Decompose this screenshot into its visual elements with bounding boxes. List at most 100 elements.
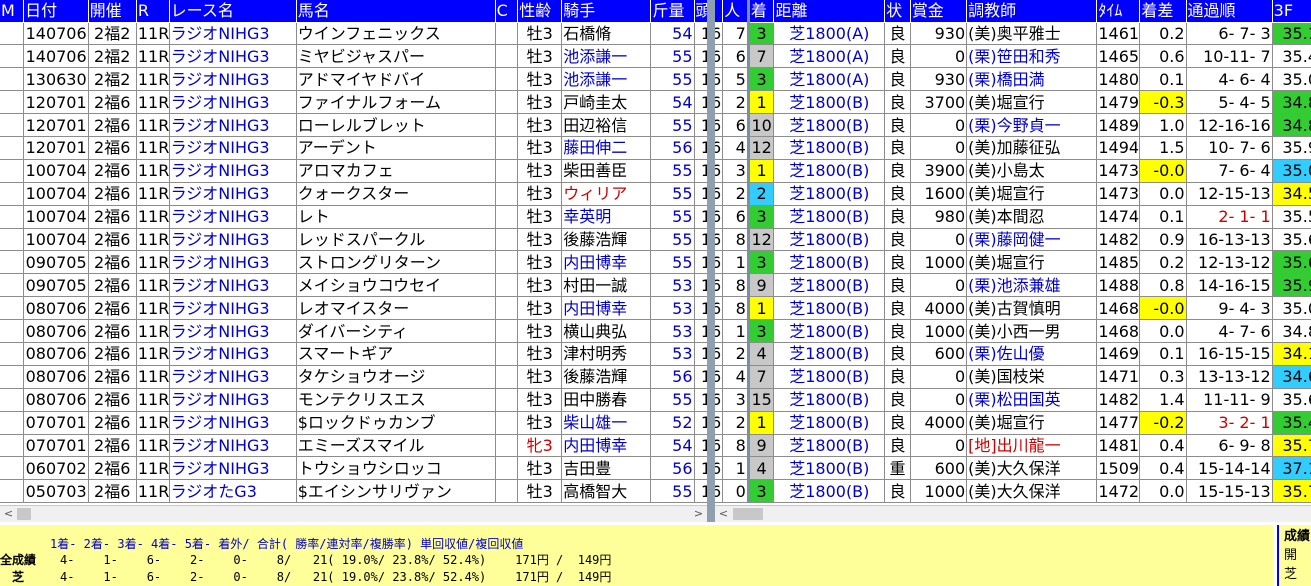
table-row[interactable]: 0807062福611RラジオNIHG3タケショウオージ牡3後藤浩輝561647… — [0, 365, 1311, 389]
table-cell: 7 — [722, 22, 750, 46]
table-cell: [地]出川龍一 — [966, 434, 1098, 458]
table-cell: 1479 — [1096, 90, 1141, 115]
table-cell: 7 — [748, 44, 775, 69]
column-header[interactable]: R — [136, 0, 170, 23]
table-cell: 良 — [884, 113, 911, 137]
table-cell: 0.6 — [1139, 44, 1187, 69]
table-cell — [495, 90, 519, 115]
table-cell: 牡3 — [517, 296, 563, 321]
table-cell: 120701 — [23, 113, 89, 137]
table-cell: 0.4 — [1139, 434, 1187, 458]
table-row[interactable]: 0707012福611RラジオNIHG3$ロックドゥカンブ牡3柴山雄一52162… — [0, 411, 1311, 435]
table-cell: 16-13-13 — [1186, 228, 1273, 252]
table-row[interactable]: 1207012福611RラジオNIHG3アーデント牡3藤田伸二5616412芝1… — [0, 136, 1311, 160]
table-cell — [495, 388, 519, 412]
table-cell: 11R — [136, 250, 170, 275]
table-cell: 田中勝春 — [561, 388, 652, 412]
table-cell: 6 — [722, 44, 750, 69]
table-cell: 良 — [884, 388, 911, 412]
table-row[interactable]: 1407062福211RラジオNIHG3ミヤビジャスパー牡3池添謙一551667… — [0, 44, 1311, 69]
table-cell: 11R — [136, 90, 170, 115]
column-header[interactable]: 距離 — [773, 0, 886, 23]
table-cell: 芝1800(A) — [773, 44, 886, 69]
table-cell: 0 — [910, 273, 968, 298]
column-header[interactable]: C — [495, 0, 519, 23]
table-row[interactable]: 1207012福611RラジオNIHG3ローレルブレット牡3田辺裕信551661… — [0, 113, 1311, 137]
table-cell: 11R — [136, 22, 170, 46]
table-cell: 2福2 — [88, 67, 137, 92]
table-cell: 後藤浩輝 — [561, 365, 652, 389]
table-row[interactable]: 0707012福611RラジオNIHG3エミーズスマイル牝3内田博幸541689… — [0, 434, 1311, 458]
column-header[interactable]: 3F — [1272, 0, 1311, 23]
scroll-thumb[interactable] — [733, 508, 763, 520]
table-cell: 35.9 — [1272, 273, 1311, 298]
column-header[interactable]: 性齢 — [517, 0, 563, 23]
table-cell: 2福6 — [88, 113, 137, 137]
column-header[interactable]: 調教師 — [966, 0, 1098, 23]
column-header[interactable]: M — [0, 0, 25, 23]
table-row[interactable]: 0807062福611RラジオNIHG3レオマイスター牡3内田博幸531681芝… — [0, 296, 1311, 321]
table-cell: 930 — [910, 22, 968, 46]
table-cell — [495, 250, 519, 275]
column-header[interactable]: ﾀｲﾑ — [1096, 0, 1141, 23]
table-cell: 55 — [650, 205, 695, 229]
column-header[interactable]: 賞金 — [910, 0, 968, 23]
scroll-left-arrow-icon[interactable]: < — [0, 506, 17, 522]
table-row[interactable]: 1007042福611RラジオNIHG3アロマカフェ牡3柴田善臣551631芝1… — [0, 159, 1311, 183]
table-row[interactable]: 0807062福611RラジオNIHG3スマートギア牡3津村明秀531624芝1… — [0, 342, 1311, 366]
table-cell: 1485 — [1096, 250, 1141, 275]
scroll-left-arrow-icon[interactable]: < — [715, 506, 732, 522]
table-row[interactable]: 0507032福611RラジオたG3$エイシンサリヴァン牡3高橋智大551603… — [0, 479, 1311, 504]
pane-divider[interactable] — [707, 0, 715, 522]
table-cell: 1482 — [1096, 228, 1141, 252]
table-cell: 0.0 — [1139, 182, 1187, 206]
table-row[interactable]: 1007042福611RラジオNIHG3レッドスパークル牡3後藤浩輝551681… — [0, 228, 1311, 252]
table-cell: 12-16-16 — [1186, 113, 1273, 137]
table-cell: 牡3 — [517, 365, 563, 389]
table-cell: 2 — [748, 182, 775, 206]
scroll-right-arrow-icon[interactable]: > — [690, 506, 707, 522]
table-cell: 15-15-13 — [1186, 479, 1273, 504]
table-cell: 0 — [722, 479, 750, 504]
right-horizontal-scrollbar[interactable]: < — [715, 505, 1311, 522]
table-cell: 11R — [136, 411, 170, 435]
table-cell: アロマカフェ — [296, 159, 496, 183]
table-cell: 53 — [650, 319, 695, 343]
table-row[interactable]: 0907052福611RラジオNIHG3ストロングリターン牡3内田博幸55161… — [0, 250, 1311, 275]
table-row[interactable]: 1306302福211RラジオNIHG3アドマイヤドバイ牡3池添謙一551653… — [0, 67, 1311, 92]
table-cell: 080706 — [23, 365, 89, 389]
column-header[interactable]: 日付 — [23, 0, 89, 23]
table-cell: 芝1800(B) — [773, 411, 886, 435]
table-cell: 池添謙一 — [561, 67, 652, 92]
table-cell: 130630 — [23, 67, 89, 92]
table-cell: 13-13-12 — [1186, 365, 1273, 389]
table-row[interactable]: 1007042福611RラジオNIHG3クォークスター牡3ウィリア551622芝… — [0, 182, 1311, 206]
table-row[interactable]: 1207012福611RラジオNIHG3ファイナルフォーム牡3戸崎圭太54162… — [0, 90, 1311, 115]
table-cell: 1461 — [1096, 22, 1141, 46]
table-cell: ラジオNIHG3 — [169, 205, 297, 229]
column-header[interactable]: 斤量 — [650, 0, 695, 23]
table-row[interactable]: 1007042福611RラジオNIHG3レト牡3幸英明551663芝1800(B… — [0, 205, 1311, 229]
column-header[interactable]: 騎手 — [561, 0, 652, 23]
table-row[interactable]: 0807062福611RラジオNIHG3モンテクリスエス牡3田中勝春551631… — [0, 388, 1311, 412]
column-header[interactable]: 着 — [748, 0, 775, 23]
column-header[interactable]: 状 — [884, 0, 911, 23]
column-header[interactable]: 開催 — [88, 0, 137, 23]
column-header[interactable]: 着差 — [1139, 0, 1187, 23]
table-cell: 100704 — [23, 205, 89, 229]
table-row[interactable]: 1407062福211RラジオNIHG3ウインフェニックス牡3石橋脩541673… — [0, 22, 1311, 46]
column-header[interactable]: 馬名 — [296, 0, 496, 23]
column-header[interactable]: 人 — [722, 0, 750, 23]
table-cell: 芝1800(B) — [773, 90, 886, 115]
left-horizontal-scrollbar[interactable]: < > — [0, 505, 707, 522]
table-row[interactable]: 0607022福611RラジオNIHG3トウショウシロッコ牡3吉田豊561614… — [0, 456, 1311, 481]
column-header[interactable]: 通過順 — [1186, 0, 1273, 23]
table-cell: 35.6 — [1272, 228, 1311, 252]
scroll-thumb[interactable] — [17, 508, 31, 520]
column-header[interactable]: レース名 — [169, 0, 297, 23]
table-row[interactable]: 0907052福611RラジオNIHG3メイショウコウセイ牡3村田一誠53168… — [0, 273, 1311, 298]
table-cell: ラジオたG3 — [169, 479, 297, 504]
table-row[interactable]: 0807062福611RラジオNIHG3ダイバーシティ牡3横山典弘531613芝… — [0, 319, 1311, 343]
table-cell: 52 — [650, 411, 695, 435]
table-cell: 7- 6- 4 — [1186, 159, 1273, 183]
